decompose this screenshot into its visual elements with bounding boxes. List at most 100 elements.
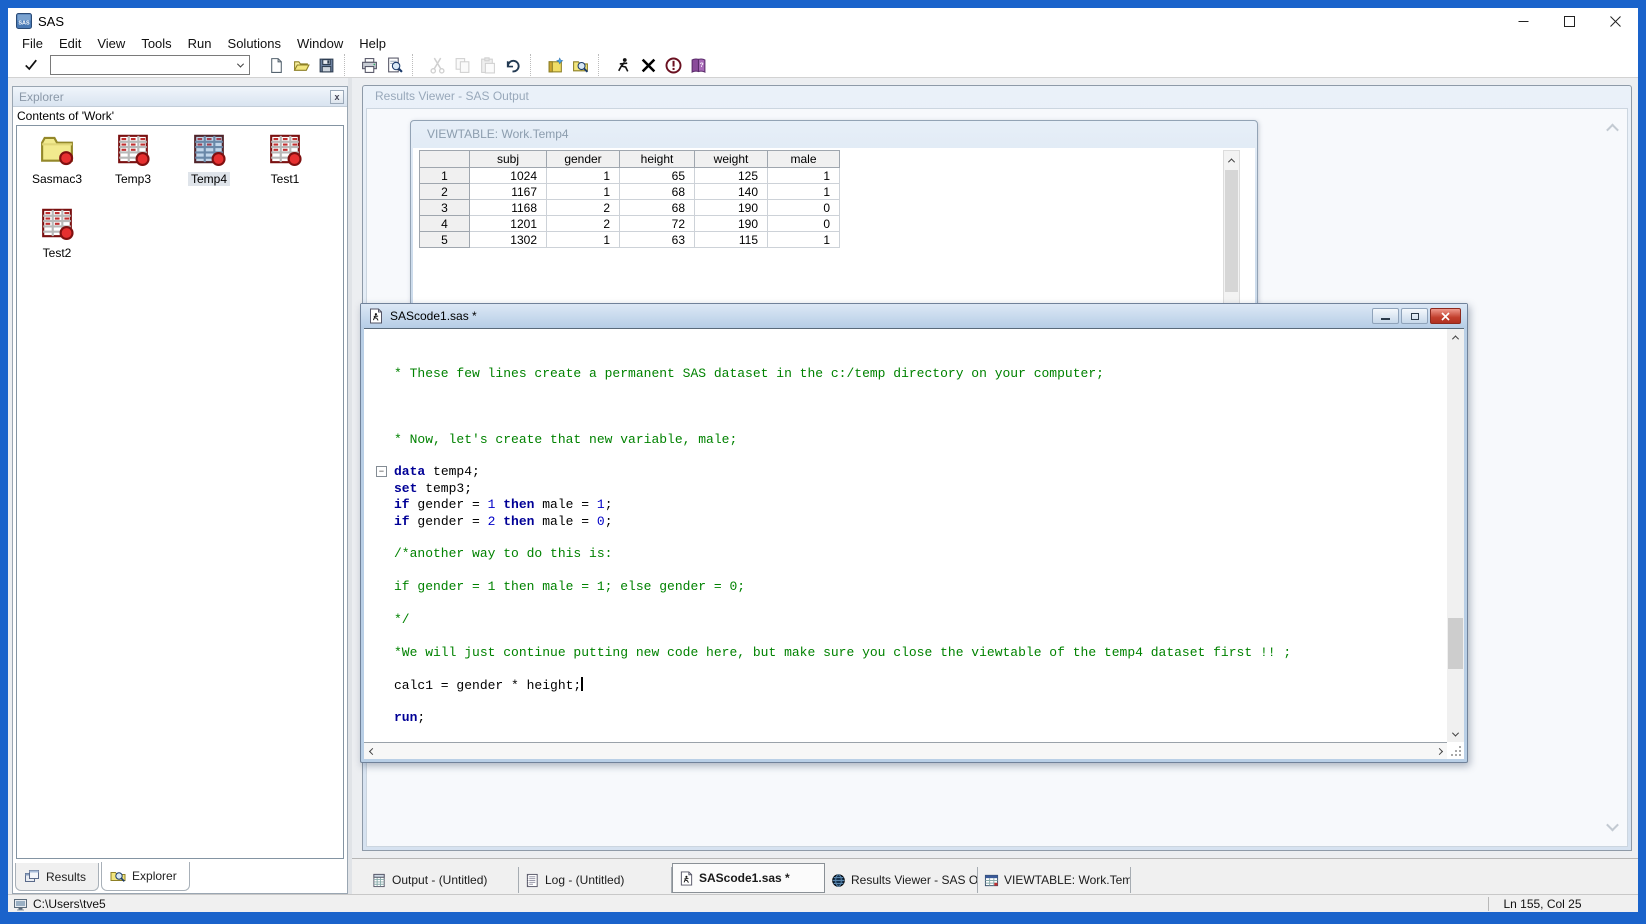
menu-edit[interactable]: Edit (51, 36, 89, 51)
viewtable-cell[interactable]: 2 (547, 216, 620, 232)
viewtable-cell[interactable]: 68 (620, 200, 695, 216)
viewtable-cell[interactable]: 125 (695, 168, 768, 184)
viewtable-cell[interactable]: 1201 (470, 216, 547, 232)
command-box[interactable] (50, 55, 250, 75)
window-tab-output-untitled[interactable]: Output - (Untitled) (366, 867, 519, 893)
undo-icon[interactable] (500, 54, 525, 76)
window-tab-viewtable-work-temp4[interactable]: VIEWTABLE: Work.Temp4 (978, 867, 1131, 893)
fold-toggle-icon[interactable]: − (376, 466, 387, 477)
print-icon[interactable] (357, 54, 382, 76)
explorer-item-temp3[interactable]: Temp3 (95, 132, 171, 206)
viewtable-column-height[interactable]: height (620, 151, 695, 168)
editor-minimize-button[interactable] (1372, 308, 1399, 324)
viewtable-column-male[interactable]: male (768, 151, 840, 168)
viewtable-cell[interactable]: 190 (695, 200, 768, 216)
viewtable-cell[interactable]: 1 (547, 168, 620, 184)
viewtable-cell[interactable]: 2 (547, 200, 620, 216)
open-icon[interactable] (289, 54, 314, 76)
save-icon[interactable] (314, 54, 339, 76)
viewtable-cell[interactable]: 1024 (470, 168, 547, 184)
viewtable-cell[interactable]: 140 (695, 184, 768, 200)
viewtable-cell[interactable]: 190 (695, 216, 768, 232)
cut-icon[interactable] (425, 54, 450, 76)
scroll-up-icon[interactable] (1447, 329, 1464, 345)
paste-icon[interactable] (475, 54, 500, 76)
menu-tools[interactable]: Tools (133, 36, 179, 51)
menu-solutions[interactable]: Solutions (220, 36, 289, 51)
scrollbar-thumb[interactable] (1225, 170, 1238, 292)
editor-maximize-button[interactable] (1401, 308, 1428, 324)
menu-view[interactable]: View (89, 36, 133, 51)
row-number-cell[interactable]: 2 (420, 184, 470, 200)
maximize-button[interactable] (1546, 8, 1592, 34)
new-document-icon[interactable] (264, 54, 289, 76)
viewtable-cell[interactable]: 65 (620, 168, 695, 184)
viewtable-cell[interactable]: 1168 (470, 200, 547, 216)
window-tab-results-viewer-sas-ou[interactable]: Results Viewer - SAS Ou... (825, 867, 978, 893)
scroll-up-icon[interactable] (1224, 153, 1239, 167)
scroll-right-icon[interactable] (1431, 743, 1447, 759)
interrupt-icon[interactable] (661, 54, 686, 76)
command-check-icon[interactable] (18, 55, 44, 75)
viewtable-column-gender[interactable]: gender (547, 151, 620, 168)
help-icon[interactable]: ? (686, 54, 711, 76)
viewtable-cell[interactable]: 1 (768, 232, 840, 248)
viewtable-cell[interactable]: 1 (547, 184, 620, 200)
row-number-cell[interactable]: 3 (420, 200, 470, 216)
row-number-cell[interactable]: 5 (420, 232, 470, 248)
viewtable-cell[interactable]: 72 (620, 216, 695, 232)
viewtable-column-subj[interactable]: subj (470, 151, 547, 168)
print-preview-icon[interactable] (382, 54, 407, 76)
minimize-button[interactable] (1500, 8, 1546, 34)
viewtable-cell[interactable]: 1302 (470, 232, 547, 248)
editor-close-button[interactable] (1430, 308, 1461, 324)
menu-run[interactable]: Run (180, 36, 220, 51)
viewtable-column-weight[interactable]: weight (695, 151, 768, 168)
editor-vertical-scrollbar[interactable] (1447, 329, 1464, 742)
viewtable-corner-cell[interactable] (420, 151, 470, 168)
explorer-item-temp4[interactable]: Temp4 (171, 132, 247, 206)
row-number-cell[interactable]: 1 (420, 168, 470, 184)
window-tab-sascode1-sas[interactable]: SAScode1.sas * (672, 863, 825, 893)
scroll-down-icon[interactable] (1447, 726, 1464, 742)
viewtable-cell[interactable]: 1 (768, 184, 840, 200)
viewtable-cell[interactable]: 1 (768, 168, 840, 184)
close-button[interactable] (1592, 8, 1638, 34)
panel-tab-results[interactable]: Results (15, 863, 99, 891)
explorer-item-test2[interactable]: Test2 (19, 206, 95, 280)
submit-icon[interactable] (611, 54, 636, 76)
command-input[interactable] (52, 57, 230, 73)
viewtable-cell[interactable]: 115 (695, 232, 768, 248)
explorer-icon[interactable] (568, 54, 593, 76)
menu-window[interactable]: Window (289, 36, 351, 51)
editor-window[interactable]: SAScode1.sas * * These few lines create … (360, 303, 1468, 763)
panel-splitter[interactable] (348, 78, 352, 894)
editor-horizontal-scrollbar[interactable] (364, 742, 1447, 759)
viewtable-cell[interactable]: 1167 (470, 184, 547, 200)
chevron-down-icon[interactable] (232, 56, 249, 74)
break-icon[interactable] (636, 54, 661, 76)
code-editor-area[interactable]: * These few lines create a permanent SAS… (364, 329, 1447, 742)
viewtable-cell[interactable]: 1 (547, 232, 620, 248)
viewtable-cell[interactable]: 0 (768, 200, 840, 216)
menu-help[interactable]: Help (351, 36, 394, 51)
viewtable-title: VIEWTABLE: Work.Temp4 (427, 127, 569, 141)
menu-file[interactable]: File (14, 36, 51, 51)
scrollbar-thumb[interactable] (1448, 618, 1463, 669)
window-tab-log-untitled[interactable]: Log - (Untitled) (519, 867, 672, 893)
panel-tab-explorer[interactable]: Explorer (101, 862, 190, 891)
copy-icon[interactable] (450, 54, 475, 76)
row-number-cell[interactable]: 4 (420, 216, 470, 232)
viewtable-cell[interactable]: 63 (620, 232, 695, 248)
viewtable-cell[interactable]: 68 (620, 184, 695, 200)
scroll-left-icon[interactable] (364, 743, 380, 759)
scroll-down-icon[interactable] (1608, 818, 1617, 836)
resize-grip-icon[interactable] (1448, 743, 1463, 758)
explorer-item-test1[interactable]: Test1 (247, 132, 323, 206)
viewtable-cell[interactable]: 0 (768, 216, 840, 232)
editor-titlebar[interactable]: SAScode1.sas * (361, 304, 1467, 328)
explorer-close-button[interactable]: x (330, 90, 344, 104)
new-library-icon[interactable] (543, 54, 568, 76)
explorer-item-sasmac3[interactable]: Sasmac3 (19, 132, 95, 206)
scroll-up-icon[interactable] (1608, 120, 1617, 138)
